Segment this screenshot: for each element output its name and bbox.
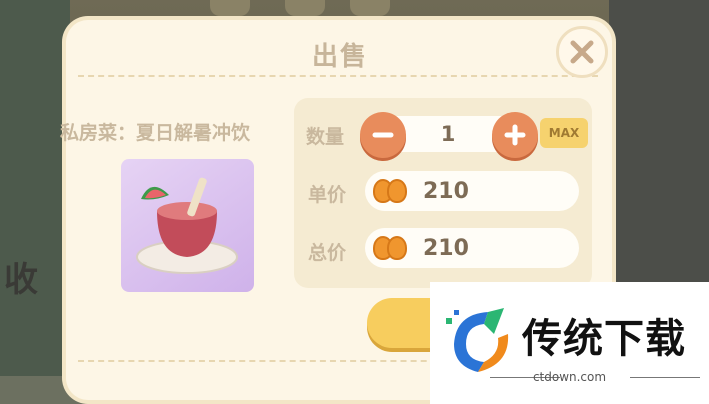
watermark: 传统下载 ctdown.com bbox=[430, 282, 709, 404]
total-price-label: 总价 bbox=[308, 242, 347, 264]
background-left-panel bbox=[0, 0, 70, 404]
unit-price-value: 210 bbox=[423, 178, 469, 204]
coin-icon bbox=[373, 234, 413, 262]
watermark-text: 传统下载 bbox=[522, 316, 686, 362]
watermark-url: ctdown.com bbox=[532, 370, 607, 384]
divider bbox=[78, 75, 598, 77]
close-button[interactable] bbox=[556, 26, 608, 78]
max-button[interactable]: MAX bbox=[540, 118, 588, 148]
background-item bbox=[285, 0, 325, 16]
increase-button[interactable] bbox=[492, 112, 538, 158]
item-image bbox=[121, 159, 254, 292]
decrease-button[interactable] bbox=[360, 112, 406, 158]
watermark-logo-icon bbox=[446, 308, 509, 372]
close-icon bbox=[570, 40, 594, 64]
total-price-field: 210 bbox=[365, 228, 579, 268]
coin-icon bbox=[373, 177, 413, 205]
unit-price-field: 210 bbox=[365, 171, 579, 211]
total-price-value: 210 bbox=[423, 235, 469, 261]
dialog-title: 出售 bbox=[311, 42, 368, 72]
background-text: 收 bbox=[4, 260, 38, 300]
quantity-label: 数量 bbox=[306, 126, 345, 148]
unit-price-label: 单价 bbox=[308, 184, 347, 206]
drink-icon bbox=[136, 177, 238, 274]
background-item bbox=[210, 0, 250, 16]
minus-icon bbox=[372, 132, 394, 138]
background-item bbox=[350, 0, 390, 16]
plus-icon bbox=[504, 124, 526, 146]
item-name: 私房菜：夏日解暑冲饮 bbox=[60, 122, 251, 144]
